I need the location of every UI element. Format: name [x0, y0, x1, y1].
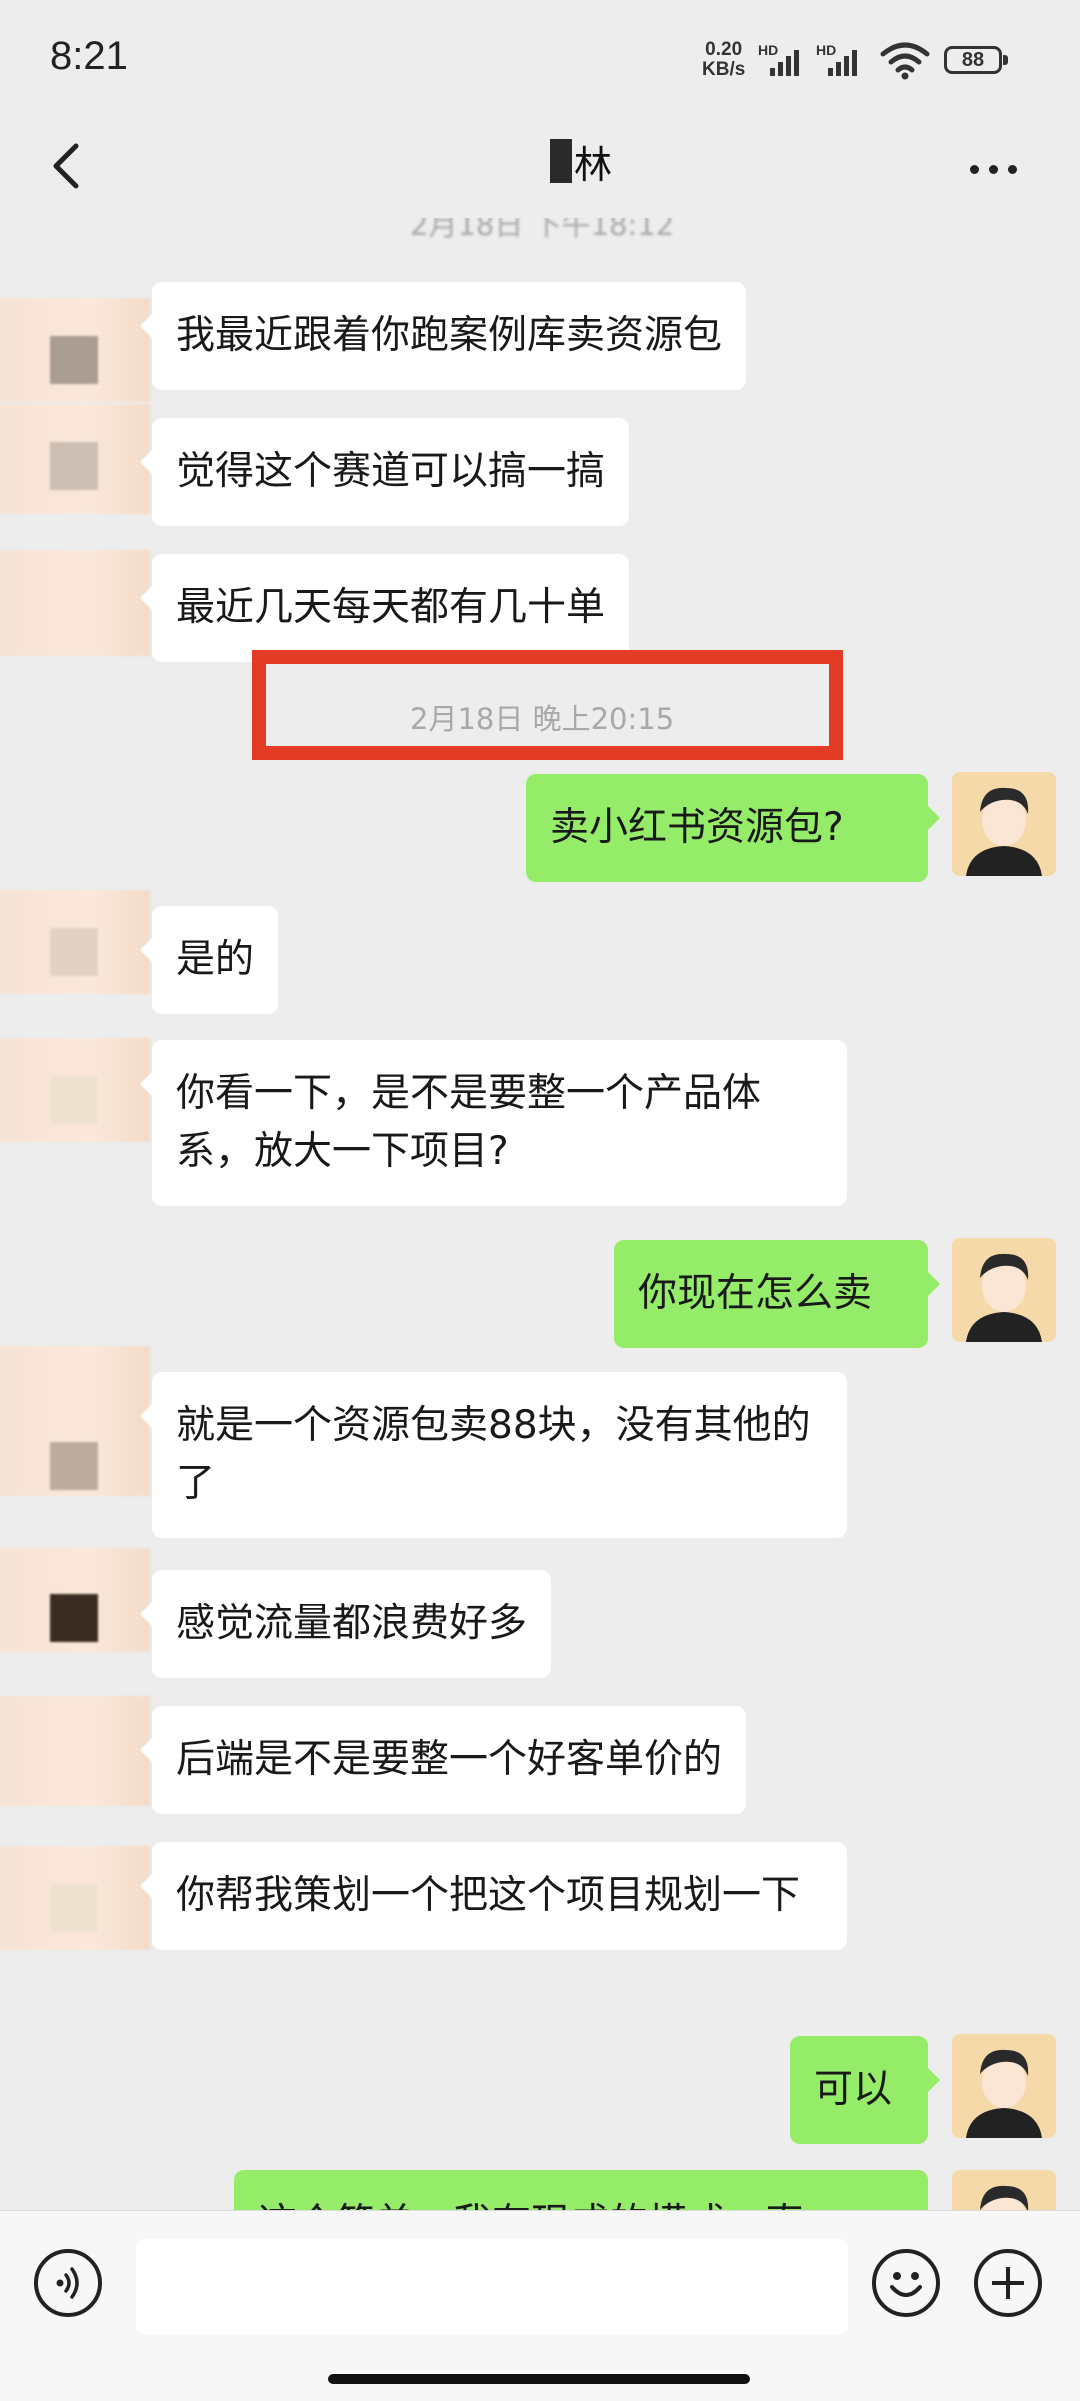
message-bubble-incoming[interactable]: 觉得这个赛道可以搞一搞	[139, 418, 630, 526]
smile-face-icon	[890, 2272, 922, 2297]
timestamp: 2月18日 下午18:12	[410, 218, 675, 242]
message-input[interactable]	[136, 2239, 848, 2335]
network-speed: 0.20 KB/s	[702, 40, 745, 80]
message-bubble-incoming[interactable]: 我最近跟着你跑案例库卖资源包	[139, 282, 747, 390]
more-dots-icon[interactable]	[970, 154, 1030, 184]
signal-sim2-icon: HD	[816, 42, 870, 76]
message-bubble-outgoing[interactable]: 可以	[790, 2036, 940, 2144]
contact-avatar[interactable]	[0, 1846, 150, 1950]
message-bubble-incoming[interactable]: 你看一下，是不是要整一个产品体系，放大一下项目?	[140, 1040, 847, 1206]
voice-waves-icon	[56, 2267, 79, 2299]
contact-avatar[interactable]	[0, 404, 150, 514]
back-chevron-left-icon[interactable]	[38, 134, 98, 194]
message-bubble-outgoing[interactable]: 你现在怎么卖	[614, 1240, 940, 1348]
message-list[interactable]: 2月18日 下午18:12 我最近跟着你跑案例库卖资源包 觉得这个赛道可以搞一搞…	[0, 218, 1080, 2210]
message-bubble-incoming[interactable]: 是的	[139, 906, 279, 1014]
message-bubble-incoming[interactable]: 后端是不是要整一个好客单价的	[139, 1706, 747, 1814]
highlight-box	[252, 650, 843, 760]
contact-avatar[interactable]	[0, 1346, 150, 1496]
home-indicator[interactable]	[328, 2374, 750, 2384]
message-bubble-incoming[interactable]: 感觉流量都浪费好多	[139, 1570, 552, 1678]
message-bubble-incoming[interactable]: 最近几天每天都有几十单	[139, 554, 630, 662]
emoji-icon[interactable]	[872, 2249, 940, 2317]
contact-avatar[interactable]	[0, 1548, 150, 1652]
input-bar	[0, 2210, 1080, 2401]
message-bubble-outgoing[interactable]: 这个简单，我有现成的模式，直	[234, 2170, 928, 2210]
plus-icon[interactable]	[974, 2249, 1042, 2317]
user-avatar[interactable]	[952, 772, 1056, 876]
contact-avatar[interactable]	[0, 1696, 150, 1806]
user-avatar-icon	[952, 2170, 1056, 2210]
message-bubble-incoming[interactable]: 就是一个资源包卖88块，没有其他的了	[140, 1372, 847, 1538]
contact-avatar[interactable]	[0, 890, 150, 994]
battery-icon: 88	[944, 46, 1008, 74]
contact-avatar[interactable]	[0, 1038, 150, 1142]
chat-header: 林	[0, 120, 1080, 218]
title-redaction	[550, 139, 572, 183]
status-time: 8:21	[50, 34, 128, 78]
user-avatar-icon	[952, 1238, 1056, 1342]
user-avatar[interactable]	[952, 2170, 1056, 2210]
network-speed-value: 0.20	[705, 39, 743, 60]
voice-icon[interactable]	[34, 2249, 102, 2317]
chat-title: 林	[550, 138, 612, 187]
user-avatar[interactable]	[952, 1238, 1056, 1342]
signal-sim1-icon: HD	[758, 42, 812, 76]
contact-avatar[interactable]	[0, 550, 150, 656]
user-avatar-icon	[952, 772, 1056, 876]
contact-avatar[interactable]	[0, 298, 150, 402]
message-bubble-outgoing[interactable]: 卖小红书资源包?	[526, 774, 940, 882]
status-bar: 8:21 0.20 KB/s HD HD 88	[0, 0, 1080, 120]
network-speed-unit: KB/s	[702, 59, 746, 80]
user-avatar-icon	[952, 2034, 1056, 2138]
user-avatar[interactable]	[952, 2034, 1056, 2138]
chat-title-text: 林	[574, 142, 613, 187]
wifi-icon	[880, 42, 930, 80]
message-bubble-incoming[interactable]: 你帮我策划一个把这个项目规划一下	[140, 1842, 847, 1950]
